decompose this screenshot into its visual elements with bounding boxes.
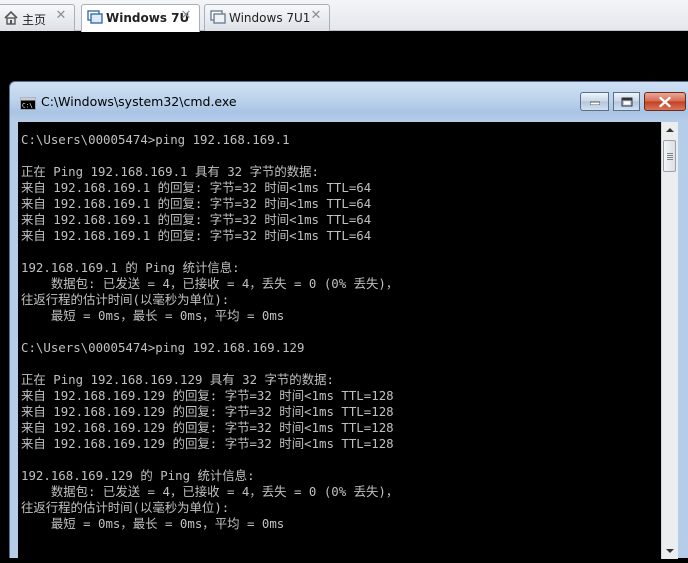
- close-icon[interactable]: ✕: [179, 9, 193, 23]
- vertical-scrollbar[interactable]: [661, 122, 678, 559]
- console-line: 往返行程的估计时间(以毫秒为单位):: [21, 500, 230, 515]
- console-line: 来自 192.168.169.129 的回复: 字节=32 时间<1ms TTL…: [21, 388, 394, 403]
- console-line: 正在 Ping 192.168.169.129 具有 32 字节的数据:: [21, 372, 334, 387]
- console-line: 数据包: 已发送 = 4，已接收 = 4，丢失 = 0 (0% 丢失)，: [21, 484, 399, 499]
- console-line: C:\Users\00005474>ping 192.168.169.129: [21, 340, 305, 355]
- window-title: C:\Windows\system32\cmd.exe: [41, 94, 237, 109]
- console-text: C:\Users\00005474>ping 192.168.169.1 正在 P…: [21, 132, 398, 532]
- console-line: 来自 192.168.169.1 的回复: 字节=32 时间<1ms TTL=6…: [21, 196, 372, 211]
- console-line: C:\Users\00005474>ping 192.168.169.1: [21, 132, 290, 147]
- console-line: 192.168.169.129 的 Ping 统计信息:: [21, 468, 255, 483]
- console-line: 数据包: 已发送 = 4，已接收 = 4，丢失 = 0 (0% 丢失)，: [21, 276, 399, 291]
- tab-home[interactable]: 主页 ✕: [0, 4, 75, 31]
- grip-line: [667, 157, 673, 158]
- console-line: 来自 192.168.169.129 的回复: 字节=32 时间<1ms TTL…: [21, 404, 394, 419]
- tab-windows-7u1-label: Windows 7U1: [229, 11, 311, 25]
- grip-line: [667, 159, 673, 160]
- window-titlebar[interactable]: C:\ C:\Windows\system32\cmd.exe: [10, 82, 688, 122]
- vm-icon: [87, 10, 103, 25]
- console-line: 来自 192.168.169.129 的回复: 字节=32 时间<1ms TTL…: [21, 420, 394, 435]
- console-line: 192.168.169.1 的 Ping 统计信息:: [21, 260, 240, 275]
- console-line: 来自 192.168.169.1 的回复: 字节=32 时间<1ms TTL=6…: [21, 228, 372, 243]
- console-line: 来自 192.168.169.1 的回复: 字节=32 时间<1ms TTL=6…: [21, 212, 372, 227]
- cmd-window[interactable]: C:\ C:\Windows\system32\cmd.exe C:\Users…: [9, 81, 688, 559]
- console-line: 来自 192.168.169.1 的回复: 字节=32 时间<1ms TTL=6…: [21, 180, 372, 195]
- home-icon: [3, 10, 19, 25]
- cmd-icon: C:\: [20, 95, 36, 110]
- console-output[interactable]: C:\Users\00005474>ping 192.168.169.1 正在 P…: [18, 122, 661, 559]
- tab-windows-7u1[interactable]: Windows 7U1 ✕: [204, 4, 330, 31]
- grip-line: [667, 155, 673, 156]
- vm-icon: [210, 10, 226, 25]
- close-icon[interactable]: ✕: [309, 9, 323, 23]
- vm-tab-bar: 主页 ✕ Windows 7U ✕ Windows 7U1 ✕: [0, 0, 688, 32]
- minimize-button[interactable]: [580, 92, 609, 111]
- console-line: 往返行程的估计时间(以毫秒为单位):: [21, 292, 230, 307]
- console-line: 正在 Ping 192.168.169.1 具有 32 字节的数据:: [21, 164, 320, 179]
- scroll-down-arrow-icon[interactable]: [662, 543, 678, 559]
- svg-text:C:\: C:\: [22, 103, 33, 110]
- tab-home-label: 主页: [22, 13, 47, 27]
- scrollbar-thumb[interactable]: [663, 140, 676, 172]
- scroll-up-arrow-icon[interactable]: [662, 122, 678, 138]
- console-line: 来自 192.168.169.129 的回复: 字节=32 时间<1ms TTL…: [21, 436, 394, 451]
- maximize-icon: [621, 97, 632, 106]
- close-icon: [659, 96, 671, 107]
- console-line: 最短 = 0ms，最长 = 0ms，平均 = 0ms: [21, 308, 285, 323]
- close-button[interactable]: [644, 92, 686, 111]
- grip-line: [667, 153, 673, 154]
- maximize-button[interactable]: [613, 92, 640, 111]
- tab-windows-7u[interactable]: Windows 7U ✕: [81, 4, 200, 32]
- console-line: 最短 = 0ms，最长 = 0ms，平均 = 0ms: [21, 516, 285, 531]
- close-icon[interactable]: ✕: [54, 9, 68, 23]
- minimize-icon: [589, 101, 600, 105]
- tab-windows-7u-label: Windows 7U: [106, 11, 190, 25]
